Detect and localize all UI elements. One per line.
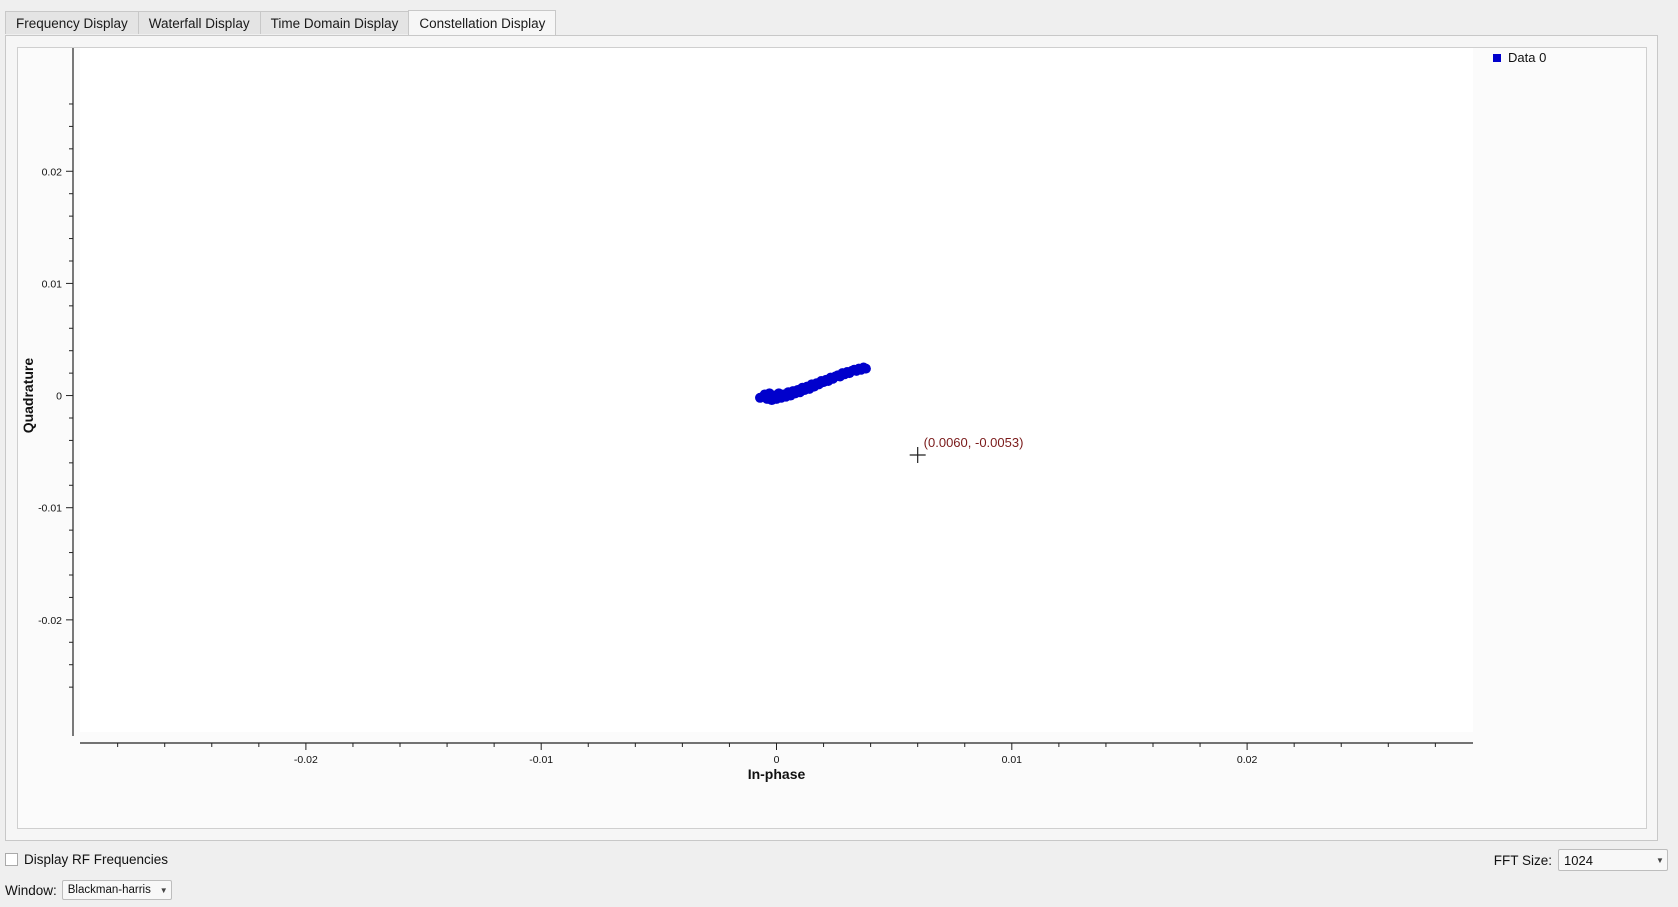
x-tick-label: 0.01 (1002, 754, 1023, 766)
window-select[interactable]: Blackman-harris ▼ (61, 880, 172, 900)
x-tick-label: 0 (774, 754, 780, 766)
tab-constellation-display[interactable]: Constellation Display (408, 10, 557, 35)
data-point (860, 363, 871, 374)
plot-frame: 0.02 0.01 0 -0.01 -0.02 -0.02 -0.01 0 0.01 0.02 … (17, 47, 1647, 829)
tab-time-domain-display[interactable]: Time Domain Display (259, 11, 410, 34)
constellation-plot[interactable]: 0.020.010-0.01-0.02 -0.02 -0.01 0 0.01 0.02 … (18, 48, 1648, 830)
window-select-value: Blackman-harris (67, 884, 151, 896)
tab-frequency-display[interactable]: Frequency Display (5, 11, 139, 34)
x-tick-label: -0.01 (529, 754, 553, 766)
y-tick-label: 0 (56, 391, 62, 403)
y-tick-label: 0.01 (42, 278, 63, 290)
fft-size-row: FFT Size: 1024 ▼ (1494, 849, 1668, 871)
legend-entry: Data 0 (1508, 50, 1546, 65)
y-tick-label: -0.01 (38, 503, 62, 515)
tab-bar: Frequency Display Waterfall Display Time… (5, 10, 557, 35)
display-rf-frequencies-label: Display RF Frequencies (24, 852, 169, 867)
cursor-coordinate-readout: (0.0060, -0.0053) (924, 435, 1024, 450)
chevron-down-icon: ▼ (1656, 855, 1664, 865)
window-label: Window: (5, 882, 57, 898)
y-tick-label: -0.02 (38, 615, 62, 627)
display-rf-frequencies-checkbox[interactable] (5, 853, 18, 866)
x-tick-label: 0.02 (1237, 754, 1258, 766)
fft-size-label: FFT Size: (1493, 852, 1552, 868)
legend-swatch (1493, 54, 1501, 62)
window-row: Window: Blackman-harris ▼ (5, 880, 172, 900)
y-axis-label: Quadrature (20, 358, 36, 434)
constellation-tab-panel: 0.02 0.01 0 -0.01 -0.02 -0.02 -0.01 0 0.01 0.02 … (5, 35, 1658, 841)
fft-size-value: 1024 (1564, 852, 1593, 868)
x-axis-label: In-phase (748, 766, 806, 782)
chevron-down-icon: ▼ (159, 885, 168, 895)
x-tick-label: -0.02 (294, 754, 318, 766)
rf-frequencies-row: Display RF Frequencies (5, 852, 168, 867)
y-tick-label: 0.02 (42, 166, 63, 178)
tab-waterfall-display[interactable]: Waterfall Display (137, 11, 261, 34)
fft-size-select[interactable]: 1024 ▼ (1558, 849, 1668, 871)
